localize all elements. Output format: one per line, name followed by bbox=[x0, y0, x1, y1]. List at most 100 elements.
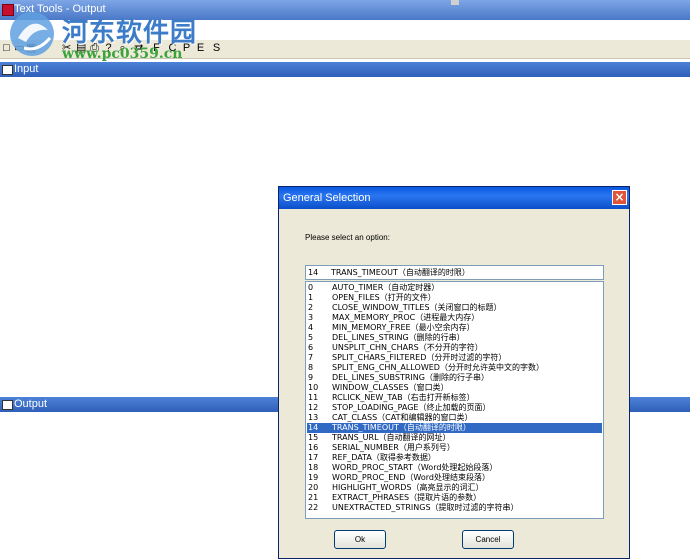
list-item[interactable]: 12 STOP_LOADING_PAGE（终止加载的页面） bbox=[307, 403, 602, 413]
list-item-label: EXTRACT_PHRASES（提取片语的参数） bbox=[332, 493, 482, 502]
list-item-number: 19 bbox=[308, 473, 319, 482]
list-item-label: SPLIT_ENG_CHN_ALLOWED（分开时允许英中文的字数） bbox=[332, 363, 544, 372]
list-item[interactable]: 13 CAT_CLASS（CAT和编辑器的窗口类） bbox=[307, 413, 602, 423]
window-title-bar: Text Tools - Output bbox=[0, 0, 690, 20]
list-item-label: DEL_LINES_SUBSTRING（删除的行子串） bbox=[332, 373, 489, 382]
list-item-label: MAX_MEMORY_PROC（进程最大内存） bbox=[332, 313, 480, 322]
list-item-label: SPLIT_CHARS_FILTERED（分开时过滤的字符） bbox=[332, 353, 507, 362]
list-item-number: 11 bbox=[308, 393, 319, 402]
toolbar-f-button[interactable]: F bbox=[152, 41, 161, 56]
dialog-prompt: Please select an option: bbox=[305, 233, 390, 242]
close-icon[interactable]: × bbox=[612, 190, 627, 205]
list-item-label: UNSPLIT_CHN_CHARS（不分开的字符） bbox=[332, 343, 483, 352]
list-item[interactable]: 2 CLOSE_WINDOW_TITLES（关闭窗口的标题） bbox=[307, 303, 602, 313]
list-item-number: 10 bbox=[308, 383, 319, 392]
selected-option-number: 14 bbox=[308, 268, 319, 277]
toolbar-e-button[interactable]: E bbox=[196, 41, 205, 56]
print-icon[interactable]: ⎙ bbox=[90, 41, 99, 56]
list-item-label: MIN_MEMORY_FREE（最小空余内存） bbox=[332, 323, 475, 332]
list-item[interactable]: 19 WORD_PROC_END（Word处理结束段落） bbox=[307, 473, 602, 483]
resize-grip[interactable] bbox=[451, 0, 459, 5]
help-icon[interactable]: ? bbox=[104, 41, 113, 56]
cut-icon[interactable]: ✂ bbox=[62, 41, 71, 56]
list-item-number: 20 bbox=[308, 483, 319, 492]
list-item-number: 7 bbox=[308, 353, 314, 362]
list-item[interactable]: 7 SPLIT_CHARS_FILTERED（分开时过滤的字符） bbox=[307, 353, 602, 363]
cancel-button[interactable]: Cancel bbox=[462, 530, 514, 549]
input-panel-header: Input bbox=[0, 62, 690, 77]
paste-icon[interactable]: ▤ bbox=[76, 41, 86, 56]
list-item-number: 9 bbox=[308, 373, 314, 382]
ok-button[interactable]: Ok bbox=[334, 530, 386, 549]
option-list[interactable]: 0 AUTO_TIMER（自动定时器） 1 OPEN_FILES（打开的文件） 2 CLO… bbox=[305, 281, 604, 519]
list-item-number: 6 bbox=[308, 343, 314, 352]
list-item-number: 5 bbox=[308, 333, 314, 342]
list-item-number: 18 bbox=[308, 463, 319, 472]
list-item-label: TRANS_TIMEOUT（自动翻译的时限） bbox=[332, 423, 471, 432]
document-icon bbox=[2, 65, 13, 75]
list-item[interactable]: 20 HIGHLIGHT_WORDS（高亮显示的词汇） bbox=[307, 483, 602, 493]
app-icon bbox=[2, 4, 14, 16]
list-item[interactable]: 11 RCLICK_NEW_TAB（右击打开新标签） bbox=[307, 393, 602, 403]
list-item-label: CLOSE_WINDOW_TITLES（关闭窗口的标题） bbox=[332, 303, 502, 312]
toolbar: □ ▭ ▣ ✂ ▤ ⎙ ? ⌕ ⇄ F C P E S bbox=[0, 40, 690, 59]
new-file-icon[interactable]: □ bbox=[2, 41, 11, 56]
selected-option-label: TRANS_TIMEOUT（自动翻译的时限） bbox=[331, 268, 470, 277]
list-item[interactable]: 3 MAX_MEMORY_PROC（进程最大内存） bbox=[307, 313, 602, 323]
dialog-title: General Selection bbox=[283, 192, 371, 204]
list-item-number: 0 bbox=[308, 283, 314, 292]
list-item-number: 13 bbox=[308, 413, 319, 422]
list-item-label: OPEN_FILES（打开的文件） bbox=[332, 293, 436, 302]
toolbar-s-button[interactable]: S bbox=[212, 41, 221, 56]
output-panel-label: Output bbox=[14, 398, 48, 410]
list-item-label: STOP_LOADING_PAGE（终止加载的页面） bbox=[332, 403, 491, 412]
list-item-label: REF_DATA（取得参考数据） bbox=[332, 453, 436, 462]
list-item-number: 8 bbox=[308, 363, 314, 372]
list-item[interactable]: 1 OPEN_FILES（打开的文件） bbox=[307, 293, 602, 303]
list-item[interactable]: 4 MIN_MEMORY_FREE（最小空余内存） bbox=[307, 323, 602, 333]
list-item[interactable]: 5 DEL_LINES_STRING（删除的行串） bbox=[307, 333, 602, 343]
list-item-label: SERIAL_NUMBER（用户系列号） bbox=[332, 443, 455, 452]
input-panel-label: Input bbox=[14, 63, 39, 75]
toolbar-c-button[interactable]: C bbox=[168, 41, 177, 56]
list-item[interactable]: 14 TRANS_TIMEOUT（自动翻译的时限） bbox=[307, 423, 602, 433]
list-item-number: 15 bbox=[308, 433, 319, 442]
save-icon[interactable]: ▣ bbox=[26, 41, 36, 56]
list-item-number: 14 bbox=[308, 423, 319, 432]
list-item[interactable]: 8 SPLIT_ENG_CHN_ALLOWED（分开时允许英中文的字数） bbox=[307, 363, 602, 373]
list-item-label: RCLICK_NEW_TAB（右击打开新标签） bbox=[332, 393, 475, 402]
list-item-label: AUTO_TIMER（自动定时器） bbox=[332, 283, 440, 292]
window-title: Text Tools - Output bbox=[14, 3, 106, 15]
list-item[interactable]: 18 WORD_PROC_START（Word处理起始段落） bbox=[307, 463, 602, 473]
list-item[interactable]: 9 DEL_LINES_SUBSTRING（删除的行子串） bbox=[307, 373, 602, 383]
list-item-number: 3 bbox=[308, 313, 314, 322]
list-item[interactable]: 0 AUTO_TIMER（自动定时器） bbox=[307, 283, 602, 293]
list-item-label: CAT_CLASS（CAT和编辑器的窗口类） bbox=[332, 413, 473, 422]
list-item[interactable]: 16 SERIAL_NUMBER（用户系列号） bbox=[307, 443, 602, 453]
list-item-label: HIGHLIGHT_WORDS（高亮显示的词汇） bbox=[332, 483, 484, 492]
list-item-number: 2 bbox=[308, 303, 314, 312]
replace-icon[interactable]: ⇄ bbox=[134, 41, 143, 56]
list-item[interactable]: 17 REF_DATA（取得参考数据） bbox=[307, 453, 602, 463]
list-item-number: 22 bbox=[308, 503, 319, 512]
selected-option-field[interactable]: 14 TRANS_TIMEOUT（自动翻译的时限） bbox=[305, 265, 604, 280]
list-item-label: DEL_LINES_STRING（删除的行串） bbox=[332, 333, 465, 342]
dialog-title-bar[interactable]: General Selection × bbox=[279, 187, 629, 209]
list-item-number: 1 bbox=[308, 293, 314, 302]
list-item-label: WORD_PROC_START（Word处理起始段落） bbox=[332, 463, 498, 472]
list-item[interactable]: 22 UNEXTRACTED_STRINGS（提取时过滤的字符串） bbox=[307, 503, 602, 513]
open-file-icon[interactable]: ▭ bbox=[14, 41, 24, 56]
list-item[interactable]: 10 WINDOW_CLASSES（窗口类） bbox=[307, 383, 602, 393]
list-item-label: TRANS_URL（自动翻译的网址） bbox=[332, 433, 451, 442]
list-item-number: 16 bbox=[308, 443, 319, 452]
list-item-label: UNEXTRACTED_STRINGS（提取时过滤的字符串） bbox=[332, 503, 519, 512]
list-item[interactable]: 6 UNSPLIT_CHN_CHARS（不分开的字符） bbox=[307, 343, 602, 353]
toolbar-p-button[interactable]: P bbox=[182, 41, 191, 56]
document-icon bbox=[2, 400, 13, 410]
find-icon[interactable]: ⌕ bbox=[118, 41, 127, 56]
list-item-number: 17 bbox=[308, 453, 319, 462]
list-item-label: WINDOW_CLASSES（窗口类） bbox=[332, 383, 449, 392]
list-item-number: 21 bbox=[308, 493, 319, 502]
list-item[interactable]: 21 EXTRACT_PHRASES（提取片语的参数） bbox=[307, 493, 602, 503]
list-item[interactable]: 15 TRANS_URL（自动翻译的网址） bbox=[307, 433, 602, 443]
